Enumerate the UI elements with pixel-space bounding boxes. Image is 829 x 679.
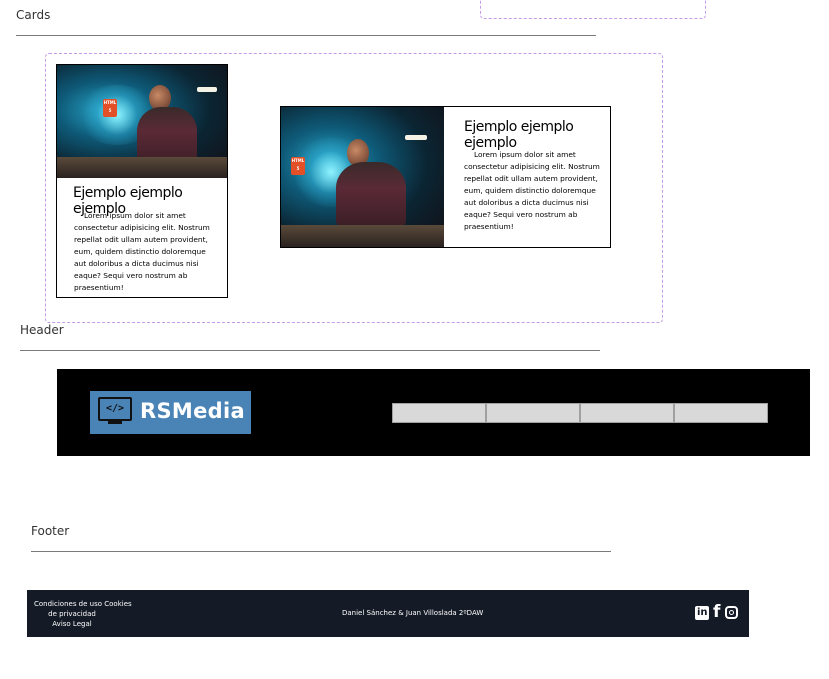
card-title: Ejemplo ejemplo ejemplo [464,119,574,151]
footer-credits: Daniel Sánchez & Juan Villoslada 2ºDAW [342,609,484,617]
section-divider-header [20,350,600,351]
linkedin-icon[interactable]: in [695,606,709,620]
section-divider-cards [16,35,596,36]
card-text: Lorem ipsum dolor sit amet consectetur a… [464,150,600,231]
nav-menu [392,403,768,423]
instagram-icon[interactable] [725,606,738,619]
logo[interactable]: </> RSMedia [90,391,251,434]
monitor-stand-icon [108,421,122,424]
facebook-icon[interactable]: f [713,602,720,622]
site-footer: Condiciones de uso Cookies de privacidad… [27,590,749,637]
html5-badge-icon: HTML 5 [103,99,117,117]
monitor-code-icon: </> [98,397,132,421]
card-image: HTML 5 [281,107,444,247]
dashed-frame-partial [480,0,706,19]
footer-link-terms-cookies[interactable]: Condiciones de uso Cookies [34,599,154,609]
card-horizontal: HTML 5 Ejemplo ejemplo ejemplo Lorem ipsu… [280,106,611,248]
section-label-footer: Footer [31,524,70,538]
card-text: Lorem ipsum dolor sit amet consectetur a… [74,211,210,292]
nav-item-2[interactable] [486,403,580,423]
section-label-cards: Cards [16,8,51,22]
nav-item-4[interactable] [674,403,768,423]
section-label-header: Header [20,323,64,337]
section-divider-footer [31,551,611,552]
footer-links: Condiciones de uso Cookies de privacidad… [34,599,154,629]
card-vertical: HTML 5 Ejemplo ejemplo ejemplo Lorem ipsu… [56,64,228,298]
logo-text: RSMedia [140,399,245,423]
nav-item-3[interactable] [580,403,674,423]
card-image: HTML 5 [57,65,227,178]
site-header: </> RSMedia [57,369,810,456]
nav-item-1[interactable] [392,403,486,423]
footer-link-privacy[interactable]: de privacidad [0,609,154,619]
html5-badge-icon: HTML 5 [291,157,305,175]
footer-link-legal[interactable]: Aviso Legal [0,619,154,629]
